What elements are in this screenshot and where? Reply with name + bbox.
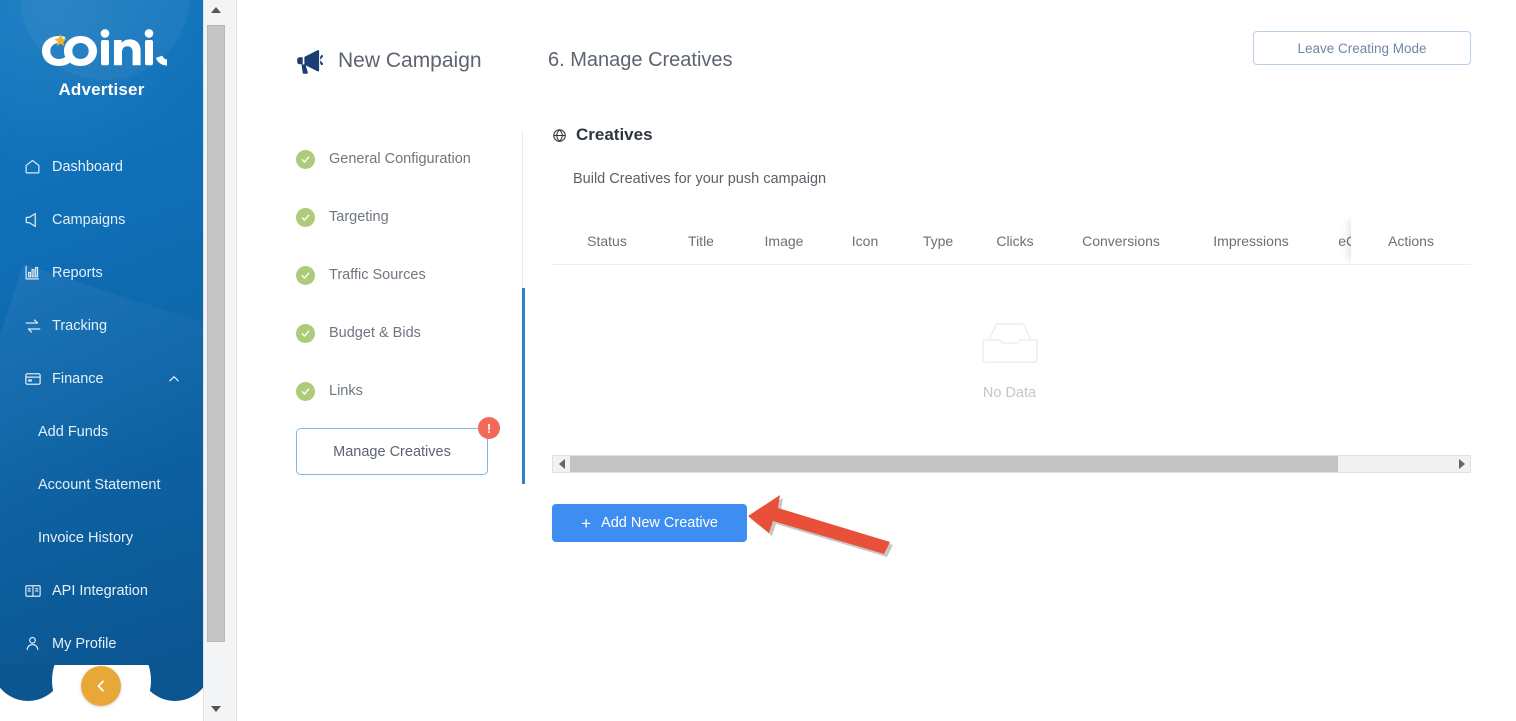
- panel-header: Creatives: [552, 125, 1471, 145]
- column-header-conversions[interactable]: Conversions: [1056, 233, 1186, 249]
- brand-role: Advertiser: [58, 80, 145, 99]
- sidebar-item-label: API Integration: [52, 582, 148, 599]
- sidebar-item-label: Invoice History: [38, 529, 134, 546]
- brand-logo[interactable]: Advertiser: [0, 28, 203, 100]
- step-manage-creatives-wrap: Manage Creatives !: [296, 417, 541, 475]
- chevron-up-icon: [167, 372, 181, 386]
- step-label: Manage Creatives: [333, 443, 451, 460]
- content-divider: [236, 0, 237, 721]
- sidebar: Advertiser Dashboard Campaigns Reports T…: [0, 0, 203, 665]
- scroll-down-arrow-icon[interactable]: [209, 702, 223, 716]
- sidebar-item-campaigns[interactable]: Campaigns: [0, 193, 203, 246]
- page-title: 6. Manage Creatives: [548, 49, 733, 71]
- step-label: Traffic Sources: [329, 267, 426, 283]
- check-circle-icon: [296, 265, 315, 285]
- scroll-up-arrow-icon[interactable]: [209, 3, 223, 17]
- step-traffic-sources[interactable]: Traffic Sources: [296, 246, 541, 304]
- sidebar-collapse-button[interactable]: [81, 666, 121, 706]
- content-topbar: New Campaign 6. Manage Creatives Leave C…: [238, 0, 1516, 108]
- sidebar-item-label: My Profile: [52, 635, 117, 652]
- status-badge: !: [478, 417, 500, 439]
- column-header-actions[interactable]: Actions: [1351, 217, 1471, 264]
- page-vertical-scrollbar[interactable]: [203, 0, 237, 721]
- campaign-title-text: New Campaign: [338, 49, 482, 72]
- column-header-impressions[interactable]: Impressions: [1186, 233, 1316, 249]
- sidebar-item-finance[interactable]: Finance: [0, 352, 203, 405]
- bar-chart-icon: [24, 264, 50, 281]
- add-new-creative-label: Add New Creative: [601, 515, 718, 531]
- campaign-title: New Campaign: [296, 47, 482, 75]
- step-targeting[interactable]: Targeting: [296, 188, 541, 246]
- hscroll-track[interactable]: [570, 456, 1453, 472]
- column-header-status[interactable]: Status: [552, 233, 662, 249]
- sidebar-item-label: Tracking: [52, 317, 108, 334]
- megaphone-icon: [24, 211, 50, 229]
- transfer-icon: [24, 317, 50, 335]
- step-links[interactable]: Links: [296, 362, 541, 420]
- column-header-title[interactable]: Title: [662, 233, 740, 249]
- sidebar-item-add-funds[interactable]: Add Funds: [0, 405, 203, 458]
- sidebar-item-account-statement[interactable]: Account Statement: [0, 458, 203, 511]
- book-icon: [24, 582, 50, 600]
- sidebar-item-label: Dashboard: [52, 158, 123, 175]
- sidebar-item-my-profile[interactable]: My Profile: [0, 617, 203, 665]
- column-header-clicks[interactable]: Clicks: [974, 233, 1056, 249]
- add-new-creative-button[interactable]: + Add New Creative: [552, 504, 747, 542]
- sidebar-item-label: Add Funds: [38, 423, 109, 440]
- credit-card-icon: [24, 370, 50, 388]
- sidebar-item-label: Campaigns: [52, 211, 126, 228]
- column-header-image[interactable]: Image: [740, 233, 828, 249]
- sidebar-item-label: Account Statement: [38, 476, 161, 493]
- step-label: Links: [329, 383, 363, 399]
- table-empty-state: No Data: [552, 265, 1471, 455]
- step-label: General Configuration: [329, 151, 471, 167]
- creatives-table: Status Title Image Icon Type Clicks Conv…: [552, 217, 1471, 542]
- main-content: New Campaign 6. Manage Creatives Leave C…: [238, 0, 1516, 721]
- coinis-logo-icon: [41, 29, 167, 66]
- plus-icon: +: [581, 513, 592, 533]
- check-circle-icon: [296, 323, 315, 343]
- panel-description: Build Creatives for your push campaign: [573, 171, 827, 187]
- scroll-right-arrow-icon[interactable]: [1453, 456, 1470, 472]
- sidebar-item-invoice-history[interactable]: Invoice History: [0, 511, 203, 564]
- sidebar-item-label: Reports: [52, 264, 103, 281]
- leave-creating-mode-button[interactable]: Leave Creating Mode: [1253, 31, 1471, 65]
- sidebar-item-tracking[interactable]: Tracking: [0, 299, 203, 352]
- sidebar-item-dashboard[interactable]: Dashboard: [0, 140, 203, 193]
- sidebar-nav: Dashboard Campaigns Reports Tracking Fin…: [0, 140, 203, 665]
- step-label: Budget & Bids: [329, 325, 421, 341]
- scroll-left-arrow-icon[interactable]: [553, 456, 570, 472]
- sidebar-item-reports[interactable]: Reports: [0, 246, 203, 299]
- check-circle-icon: [296, 149, 315, 169]
- check-circle-icon: [296, 381, 315, 401]
- column-header-type[interactable]: Type: [902, 233, 974, 249]
- empty-tray-icon: [979, 319, 1041, 372]
- hscroll-thumb[interactable]: [570, 456, 1339, 472]
- creatives-panel: Creatives Build Creatives for your push …: [552, 125, 1471, 542]
- globe-icon: [552, 128, 567, 143]
- sidebar-item-label: Finance: [52, 370, 104, 387]
- app-root: Advertiser Dashboard Campaigns Reports T…: [0, 0, 1516, 721]
- megaphone-icon: [296, 47, 326, 75]
- chevron-left-icon: [93, 678, 109, 694]
- user-icon: [24, 635, 50, 652]
- steps-nav: General Configuration Targeting Traffic …: [296, 130, 541, 475]
- home-icon: [24, 158, 50, 175]
- check-circle-icon: [296, 207, 315, 227]
- table-header-row: Status Title Image Icon Type Clicks Conv…: [552, 217, 1471, 265]
- column-header-icon[interactable]: Icon: [828, 233, 902, 249]
- step-manage-creatives[interactable]: Manage Creatives: [296, 428, 488, 475]
- panel-title: Creatives: [576, 125, 653, 144]
- table-horizontal-scrollbar[interactable]: [552, 455, 1471, 473]
- step-general-configuration[interactable]: General Configuration: [296, 130, 541, 188]
- step-label: Targeting: [329, 209, 389, 225]
- step-budget-and-bids[interactable]: Budget & Bids: [296, 304, 541, 362]
- empty-state-text: No Data: [982, 385, 1037, 401]
- sidebar-item-api-integration[interactable]: API Integration: [0, 564, 203, 617]
- scrollbar-thumb[interactable]: [207, 25, 225, 642]
